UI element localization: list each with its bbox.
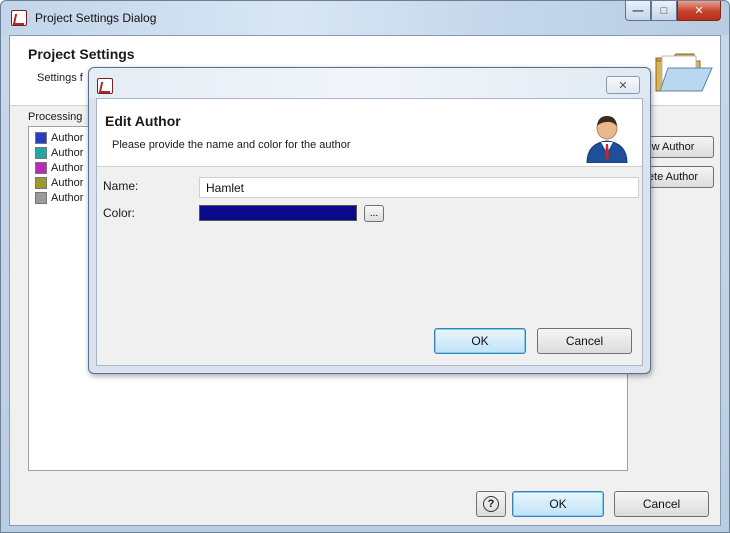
dialog-instruction: Please provide the name and color for th…	[112, 139, 351, 151]
author-label: Author	[51, 161, 84, 174]
folder-icon	[655, 53, 713, 92]
cancel-button[interactable]: Cancel	[614, 491, 709, 517]
processing-label: Processing	[28, 111, 83, 123]
dialog-header: Edit Author Please provide the name and …	[97, 99, 642, 167]
person-icon	[586, 116, 628, 163]
dialog-cancel-button[interactable]: Cancel	[537, 328, 632, 354]
close-button[interactable]: ✕	[677, 1, 721, 21]
app-icon	[97, 78, 113, 94]
author-label: Author	[51, 131, 84, 144]
dialog-titlebar: ✕	[89, 68, 650, 98]
app-icon	[11, 10, 27, 26]
minimize-button[interactable]: —	[625, 1, 651, 21]
edit-author-dialog: ✕ Edit Author Please provide the name an…	[88, 67, 651, 374]
page-subtitle: Settings f	[37, 72, 83, 84]
dialog-close-button[interactable]: ✕	[606, 76, 640, 94]
ok-button[interactable]: OK	[512, 491, 604, 517]
author-color-swatch	[35, 131, 47, 144]
maximize-button[interactable]: □	[651, 1, 677, 21]
help-button[interactable]: ?	[476, 491, 506, 517]
name-input[interactable]	[199, 177, 639, 198]
window-controls: — □ ✕	[625, 1, 721, 21]
window-title: Project Settings Dialog	[35, 11, 157, 25]
author-color-swatch	[35, 176, 47, 189]
author-color-swatch	[35, 146, 47, 159]
author-label: Author	[51, 146, 84, 159]
dialog-ok-button[interactable]: OK	[434, 328, 526, 354]
choose-color-button[interactable]: ...	[364, 205, 384, 222]
dialog-title: Edit Author	[105, 113, 181, 129]
author-color-swatch	[35, 191, 47, 204]
help-icon: ?	[483, 496, 499, 512]
window-titlebar: Project Settings Dialog — □ ✕	[1, 1, 729, 35]
dialog-client-area: Edit Author Please provide the name and …	[96, 98, 643, 366]
author-label: Author	[51, 176, 84, 189]
page-title: Project Settings	[28, 46, 135, 62]
name-label: Name:	[103, 179, 139, 193]
color-preview	[199, 205, 357, 221]
color-label: Color:	[103, 206, 136, 220]
author-color-swatch	[35, 161, 47, 174]
author-label: Author	[51, 191, 84, 204]
